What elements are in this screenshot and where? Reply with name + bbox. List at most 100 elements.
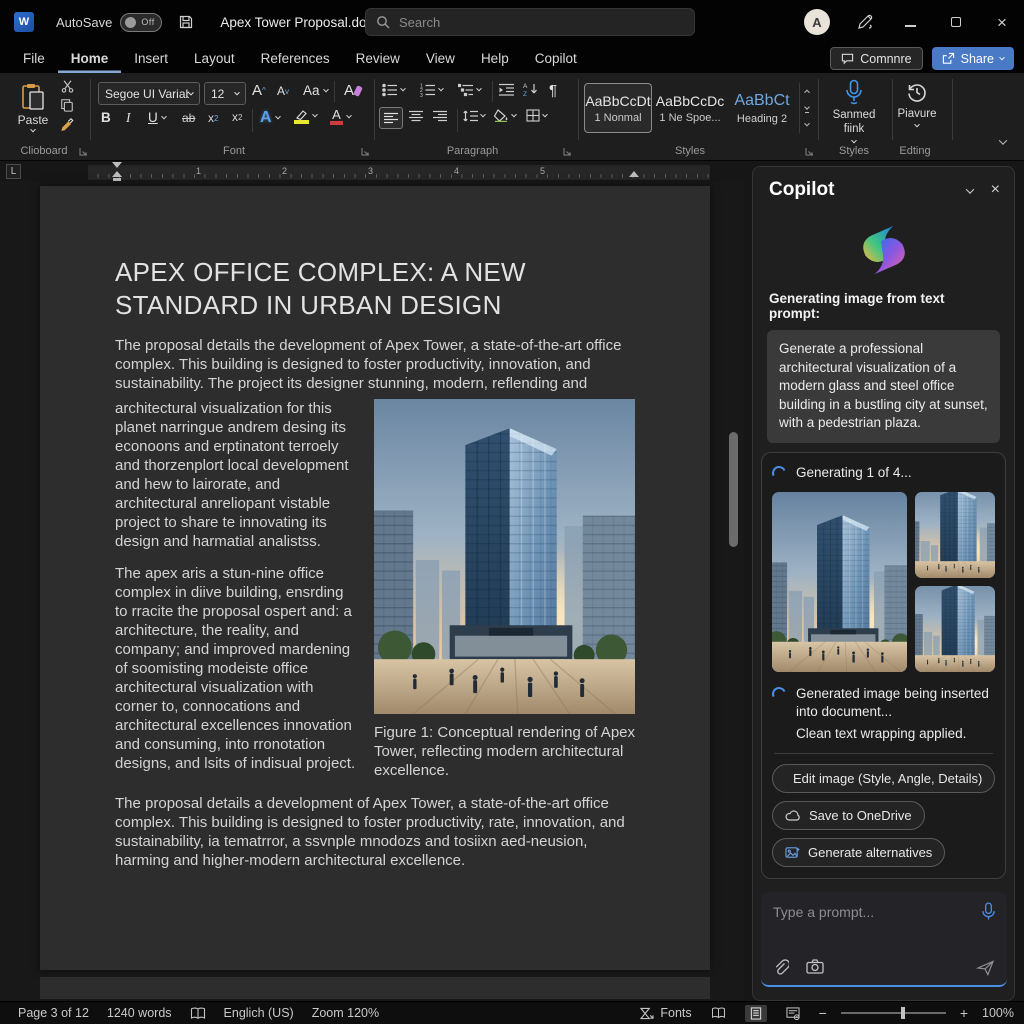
zoom-slider-thumb[interactable]: [901, 1007, 905, 1019]
print-layout-icon[interactable]: [745, 1005, 767, 1022]
search-bar[interactable]: [365, 8, 695, 36]
generated-image-thumbnail[interactable]: [915, 492, 995, 578]
text-effects-button[interactable]: A: [260, 109, 280, 127]
tab-home[interactable]: Home: [58, 44, 122, 73]
document-paragraph[interactable]: The proposal details the development of …: [115, 336, 635, 393]
font-name-combobox[interactable]: Segoe UI Variable: [98, 82, 200, 105]
clipboard-dialog-launcher[interactable]: [78, 147, 88, 157]
superscript-button[interactable]: x2: [232, 110, 242, 124]
align-right-button[interactable]: [433, 110, 447, 122]
share-button[interactable]: Share: [932, 47, 1014, 70]
copilot-close-button[interactable]: ×: [991, 181, 1000, 199]
dictate-button[interactable]: Sanmed fiink: [821, 79, 887, 144]
align-left-button[interactable]: [379, 107, 403, 129]
tab-help[interactable]: Help: [468, 44, 522, 73]
generated-image-thumbnail[interactable]: [772, 492, 907, 672]
tab-stop-selector[interactable]: L: [6, 164, 21, 179]
autosave-toggle[interactable]: Off: [120, 13, 162, 32]
hanging-indent-marker[interactable]: [112, 171, 122, 177]
document-paragraph[interactable]: The apex aris a stun-nine office complex…: [115, 564, 360, 773]
style-normal[interactable]: AaBbCcDt 1 Nonmal: [584, 83, 652, 133]
tab-references[interactable]: References: [248, 44, 343, 73]
document-heading[interactable]: APEX OFFICE COMPLEX: A NEW STANDARD IN U…: [115, 256, 635, 322]
paragraph-marks-button[interactable]: ¶: [549, 82, 557, 99]
language-indicator[interactable]: Englich (US): [224, 1006, 294, 1020]
tab-insert[interactable]: Insert: [121, 44, 181, 73]
shrink-font-button[interactable]: Av: [277, 84, 289, 98]
text-highlight-button[interactable]: [294, 109, 317, 124]
align-center-button[interactable]: [409, 110, 423, 122]
word-app-icon[interactable]: W: [14, 12, 34, 32]
zoom-percentage[interactable]: 100%: [982, 1006, 1014, 1020]
bullets-button[interactable]: [382, 83, 405, 97]
change-case-button[interactable]: Aa: [303, 83, 328, 98]
multilevel-list-button[interactable]: [458, 83, 481, 97]
proofing-icon[interactable]: [190, 1007, 206, 1020]
send-icon[interactable]: [976, 960, 995, 976]
avatar[interactable]: A: [804, 9, 830, 35]
page-indicator[interactable]: Page 3 of 12: [18, 1006, 89, 1020]
horizontal-ruler[interactable]: 1 2 3 4 5: [88, 165, 710, 180]
grow-font-button[interactable]: A^: [252, 82, 266, 99]
generated-image-thumbnail[interactable]: [915, 586, 995, 672]
first-line-indent-marker[interactable]: [112, 162, 122, 168]
tab-copilot[interactable]: Copilot: [522, 44, 590, 73]
collapse-ribbon-chevron[interactable]: [999, 136, 1007, 144]
clear-formatting-button[interactable]: A: [344, 82, 363, 99]
maximize-button[interactable]: [946, 14, 966, 31]
document-paragraph[interactable]: architectural visualization for this pla…: [115, 399, 360, 551]
tab-review[interactable]: Review: [343, 44, 413, 73]
microphone-icon[interactable]: [981, 902, 996, 922]
copilot-prompt-box[interactable]: [761, 892, 1007, 987]
tab-view[interactable]: View: [413, 44, 468, 73]
styles-gallery-more[interactable]: [804, 120, 810, 126]
paste-button[interactable]: Paste: [10, 77, 56, 139]
bold-button[interactable]: B: [101, 110, 111, 125]
figure-caption[interactable]: Figure 1: Conceptual rendering of Apex T…: [374, 723, 635, 780]
fonts-status-button[interactable]: Fonts: [639, 1006, 691, 1020]
document-canvas[interactable]: APEX OFFICE COMPLEX: A NEW STANDARD IN U…: [0, 181, 744, 1001]
underline-button[interactable]: U: [148, 110, 166, 125]
shading-button[interactable]: [494, 109, 516, 122]
line-spacing-button[interactable]: [463, 110, 485, 122]
style-no-spacing[interactable]: AaBbCcDc 1 Ne Spoe...: [656, 83, 724, 133]
save-to-onedrive-button[interactable]: Save to OneDrive: [772, 801, 925, 830]
cut-button[interactable]: [60, 79, 75, 93]
word-count[interactable]: 1240 words: [107, 1006, 172, 1020]
zoom-level-label[interactable]: Zoom 120%: [312, 1006, 379, 1020]
search-input[interactable]: [399, 15, 684, 30]
tab-layout[interactable]: Layout: [181, 44, 248, 73]
tab-file[interactable]: File: [10, 44, 58, 73]
borders-button[interactable]: [526, 109, 547, 122]
copy-button[interactable]: [60, 98, 75, 112]
minimize-button[interactable]: [900, 14, 920, 31]
save-icon[interactable]: [178, 14, 194, 30]
numbering-button[interactable]: 123: [420, 83, 443, 97]
document-figure-image[interactable]: [374, 399, 635, 714]
attach-icon[interactable]: [773, 959, 789, 976]
document-page[interactable]: APEX OFFICE COMPLEX: A NEW STANDARD IN U…: [40, 186, 710, 970]
ink-pen-icon[interactable]: [856, 13, 874, 31]
vertical-scrollbar[interactable]: [729, 432, 738, 547]
zoom-in-button[interactable]: +: [960, 1005, 968, 1021]
zoom-out-button[interactable]: −: [819, 1005, 827, 1021]
right-indent-marker[interactable]: [629, 171, 639, 177]
subscript-button[interactable]: x2: [208, 111, 218, 125]
italic-button[interactable]: I: [126, 110, 131, 126]
close-button[interactable]: ×: [992, 14, 1012, 31]
format-painter-button[interactable]: [60, 117, 75, 131]
sort-button[interactable]: AZ: [523, 82, 539, 97]
font-size-combobox[interactable]: 12: [204, 82, 246, 105]
comment-button[interactable]: Comnnre: [830, 47, 922, 70]
indent-button[interactable]: [499, 83, 515, 97]
copilot-collapse-chevron[interactable]: [967, 181, 973, 199]
editing-button[interactable]: Piavure: [884, 80, 950, 128]
edit-image-button[interactable]: Edit image (Style, Angle, Details): [772, 764, 995, 793]
read-mode-icon[interactable]: [706, 1005, 731, 1021]
styles-dialog-launcher[interactable]: [804, 147, 814, 157]
camera-icon[interactable]: [806, 959, 824, 976]
zoom-slider[interactable]: [841, 1012, 946, 1014]
font-dialog-launcher[interactable]: [360, 147, 370, 157]
document-paragraph[interactable]: The proposal details a development of Ap…: [115, 794, 635, 870]
style-heading-2[interactable]: AaBbCt Heading 2: [728, 83, 796, 133]
